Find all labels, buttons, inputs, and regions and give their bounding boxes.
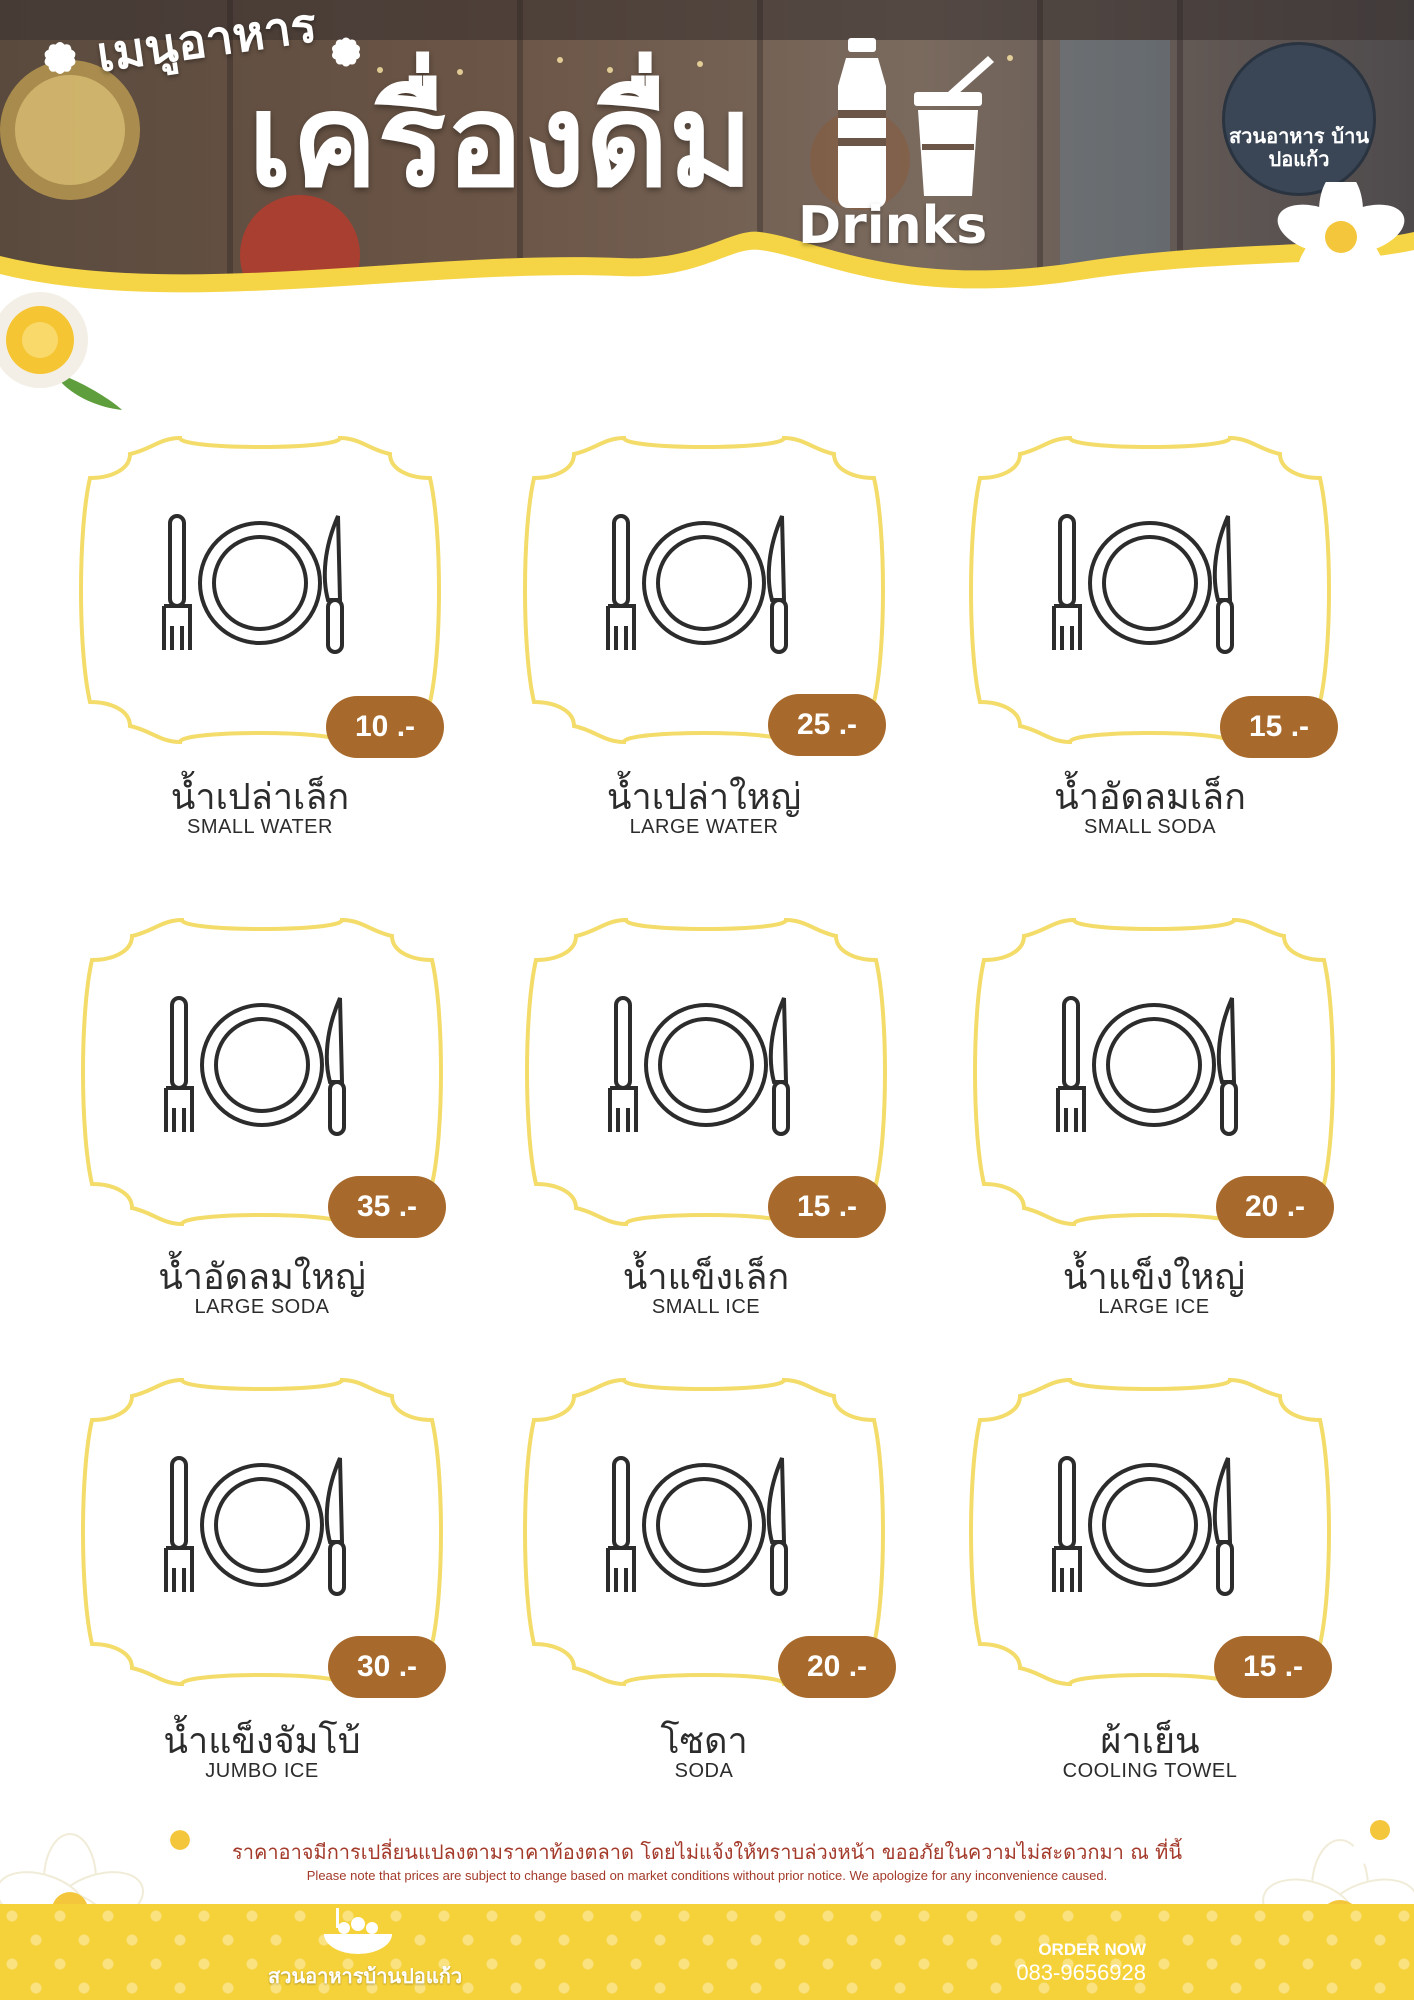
water-bottle-icon: [838, 38, 886, 208]
item-name-english: LARGE WATER: [629, 816, 779, 838]
price-notice-english: Please note that prices are subject to c…: [306, 1868, 1108, 1883]
price-badge: 15 .-: [1220, 696, 1338, 758]
price-badge: 15 .-: [768, 1176, 886, 1238]
item-name-english: SMALL SODA: [1083, 816, 1217, 838]
menu-item: 15 .- ผ้าเย็น COOLING TOWEL: [960, 1372, 1340, 1792]
item-name-english: COOLING TOWEL: [1062, 1760, 1238, 1782]
small-flower-icon: [44, 42, 76, 74]
food-bowl-icon: [324, 1908, 392, 1954]
plate-fork-knife-icon: [1056, 996, 1238, 1136]
menu-item: 15 .- น้ำแข็งเล็ก SMALL ICE: [516, 912, 896, 1332]
order-now-label: ORDER NOW: [1038, 1940, 1146, 1959]
item-name-english: LARGE ICE: [1098, 1296, 1210, 1318]
plate-fork-knife-icon: [606, 1456, 788, 1596]
plate-fork-knife-icon: [606, 514, 788, 654]
price-badge: 30 .-: [328, 1636, 446, 1698]
plate-fork-knife-icon: [164, 996, 346, 1136]
menu-item: 10 .- น้ำเปล่าเล็ก SMALL WATER: [70, 430, 450, 850]
footer-bar: [0, 1904, 1414, 2000]
plate-fork-knife-icon: [608, 996, 790, 1136]
price-badge: 10 .-: [326, 696, 444, 758]
yellow-flower-icon: [0, 292, 122, 410]
footer-brand-name: สวนอาหารบ้านปอแก้ว: [268, 1964, 463, 1988]
price-badge: 20 .-: [778, 1636, 896, 1698]
menu-header: เมนูอาหาร เครื่องดื่ม Drinks สวนอาหาร บ้…: [0, 0, 1414, 410]
restaurant-logo: สวนอาหาร บ้านปอแก้ว: [1222, 42, 1376, 196]
price-notice-thai: ราคาอาจมีการเปลี่ยนแปลงตามราคาท้องตลาด โ…: [231, 1840, 1183, 1864]
menu-item: 35 .- น้ำอัดลมใหญ่ LARGE SODA: [72, 912, 452, 1332]
menu-item: 30 .- น้ำแข็งจัมโบ้ JUMBO ICE: [72, 1372, 452, 1792]
plate-fork-knife-icon: [164, 1456, 346, 1596]
plate-fork-knife-icon: [1052, 514, 1234, 654]
price-badge: 20 .-: [1216, 1176, 1334, 1238]
menu-item: 20 .- โซดา SODA: [514, 1372, 896, 1792]
plate-fork-knife-icon: [162, 514, 344, 654]
item-name-english: SMALL WATER: [187, 816, 333, 838]
menu-item: 25 .- น้ำเปล่าใหญ่ LARGE WATER: [514, 430, 894, 850]
frangipani-flower-icon: [1277, 182, 1405, 292]
menu-title-english: Drinks: [798, 196, 988, 256]
price-badge: 25 .-: [768, 694, 886, 756]
order-phone-number[interactable]: 083-9656928: [960, 1960, 1146, 1986]
plate-fork-knife-icon: [1052, 1456, 1234, 1596]
item-name-english: JUMBO ICE: [205, 1760, 319, 1782]
menu-item: 20 .- น้ำแข็งใหญ่ LARGE ICE: [964, 912, 1344, 1332]
small-flower-icon: [331, 37, 361, 67]
price-badge: 15 .-: [1214, 1636, 1332, 1698]
price-badge: 35 .-: [328, 1176, 446, 1238]
menu-title: เครื่องดื่ม: [248, 67, 753, 216]
menu-item: 15 .- น้ำอัดลมเล็ก SMALL SODA: [960, 430, 1340, 850]
item-name-english: LARGE SODA: [194, 1296, 330, 1318]
logo-text: สวนอาหาร บ้านปอแก้ว: [1228, 124, 1370, 171]
item-name-english: SMALL ICE: [651, 1296, 761, 1318]
drink-cup-icon: [914, 56, 994, 196]
item-name-english: SODA: [674, 1760, 734, 1782]
